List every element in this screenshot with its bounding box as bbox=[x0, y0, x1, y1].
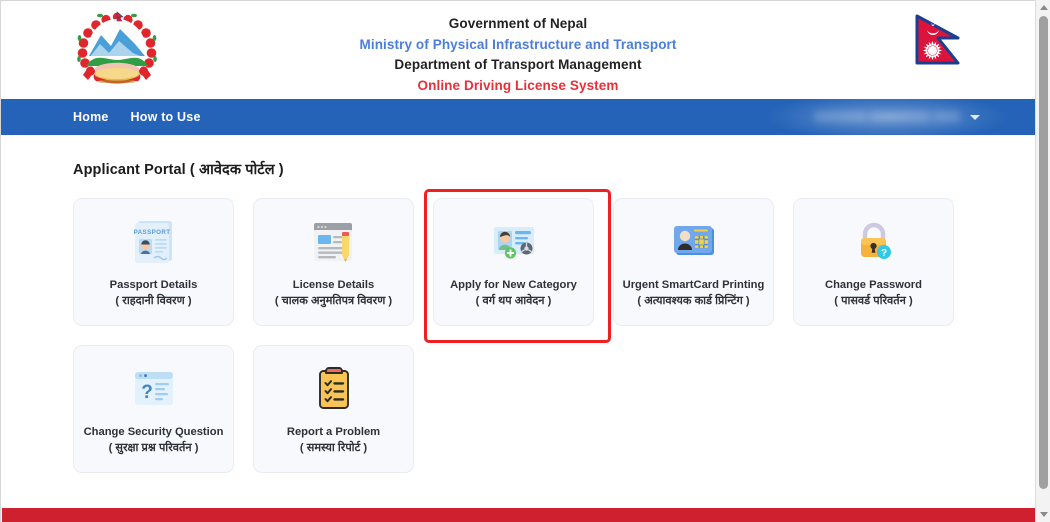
nepal-flag-icon bbox=[914, 13, 970, 85]
footer-bar bbox=[2, 508, 1036, 522]
svg-text:?: ? bbox=[141, 382, 153, 403]
browser-viewport: Government of Nepal Ministry of Physical… bbox=[0, 0, 1050, 522]
padlock-question-icon: ? bbox=[847, 215, 901, 269]
site-header: Government of Nepal Ministry of Physical… bbox=[1, 1, 1035, 99]
card-title-en: Passport Details bbox=[109, 279, 198, 292]
card-title-en: License Details bbox=[292, 279, 375, 292]
card-title-np: ( समस्या रिपोर्ट ) bbox=[299, 441, 368, 454]
card-urgent-smartcard-printing[interactable]: Urgent SmartCard Printing ( अत्यावश्यक क… bbox=[613, 198, 774, 326]
card-label: Apply for New Category ( वर्ग थप आवेदन ) bbox=[446, 278, 581, 308]
user-name-label: XXXXXX XXXXXXX XXX bbox=[814, 110, 960, 124]
card-title-np: ( चालक अनुमतिपत्र विवरण ) bbox=[274, 294, 393, 307]
passport-document-icon: PASSPORT bbox=[127, 215, 181, 269]
card-title-np: ( अत्यावश्यक कार्ड प्रिन्टिंग ) bbox=[637, 294, 750, 307]
page-title: Applicant Portal ( आवेदक पोर्टल ) bbox=[73, 162, 284, 178]
card-label: Change Password ( पासवर्ड परिवर्तन ) bbox=[821, 278, 926, 308]
user-account-dropdown[interactable]: XXXXXX XXXXXXX XXX bbox=[814, 99, 980, 135]
card-title-np: ( वर्ग थप आवेदन ) bbox=[475, 294, 552, 307]
card-title-en: Apply for New Category bbox=[450, 279, 577, 292]
svg-text:PASSPORT: PASSPORT bbox=[133, 229, 170, 236]
card-title-en: Report a Problem bbox=[286, 426, 381, 439]
header-title-block: Government of Nepal Ministry of Physical… bbox=[1, 14, 1035, 96]
card-change-security-question[interactable]: ? Change Security Question ( सुरक्षा प्र… bbox=[73, 345, 234, 473]
clipboard-checklist-icon bbox=[307, 362, 361, 416]
card-change-password[interactable]: ? Change Password ( पासवर्ड परिवर्तन ) bbox=[793, 198, 954, 326]
card-passport-details[interactable]: PASSPORT Passport Details (राहदानी विवर… bbox=[73, 198, 234, 326]
card-report-a-problem[interactable]: Report a Problem ( समस्या रिपोर्ट ) bbox=[253, 345, 414, 473]
card-title-en: Urgent SmartCard Printing bbox=[622, 279, 765, 292]
header-line-department: Department of Transport Management bbox=[394, 57, 642, 73]
page-scrollbar[interactable] bbox=[1035, 0, 1050, 522]
card-title-np: ( पासवर्ड परिवर्तन ) bbox=[834, 294, 913, 307]
card-title-en: Change Password bbox=[825, 279, 922, 292]
chevron-down-icon bbox=[970, 114, 980, 120]
nav-link-how-to-use[interactable]: How to Use bbox=[131, 110, 201, 124]
card-title-np: ( राहदानी विवरण ) bbox=[115, 294, 192, 307]
license-document-pencil-icon bbox=[307, 215, 361, 269]
card-title-np: ( सुरक्षा प्रश्न परिवर्तन ) bbox=[108, 441, 199, 454]
nav-link-home[interactable]: Home bbox=[73, 110, 109, 124]
main-navbar: Home How to Use XXXXXX XXXXXXX XXX bbox=[1, 93, 1035, 141]
scroll-down-arrow-icon[interactable] bbox=[1036, 507, 1050, 522]
card-license-details[interactable]: License Details ( चालक अनुमतिपत्र विवरण … bbox=[253, 198, 414, 326]
card-label: Passport Details ( राहदानी विवरण ) bbox=[106, 278, 202, 308]
scrollbar-thumb[interactable] bbox=[1039, 16, 1048, 489]
header-line-ministry: Ministry of Physical Infrastructure and … bbox=[359, 36, 677, 52]
main-content: Applicant Portal ( आवेदक पोर्टल ) PASSPO… bbox=[1, 135, 1035, 473]
card-apply-for-new-category[interactable]: Apply for New Category ( वर्ग थप आवेदन ) bbox=[424, 189, 611, 343]
question-browser-window-icon: ? bbox=[127, 362, 181, 416]
header-line-system: Online Driving License System bbox=[417, 77, 619, 93]
card-label: Change Security Question ( सुरक्षा प्रश्… bbox=[80, 425, 228, 455]
page-root: Government of Nepal Ministry of Physical… bbox=[0, 0, 1036, 522]
new-category-license-card-plus-icon bbox=[487, 215, 541, 269]
svg-text:?: ? bbox=[880, 248, 886, 259]
smartcard-chip-icon bbox=[667, 215, 721, 269]
header-line-government: Government of Nepal bbox=[448, 16, 588, 31]
card-label: Report a Problem ( समस्या रिपोर्ट ) bbox=[283, 425, 384, 455]
scroll-up-arrow-icon[interactable] bbox=[1036, 0, 1050, 15]
card-title-en: Change Security Question bbox=[83, 426, 224, 439]
card-label: License Details ( चालक अनुमतिपत्र विवरण … bbox=[271, 278, 396, 308]
card-label: Urgent SmartCard Printing ( अत्यावश्यक क… bbox=[619, 278, 769, 308]
portal-card-grid: PASSPORT Passport Details (राहदानी विवर… bbox=[73, 189, 973, 473]
